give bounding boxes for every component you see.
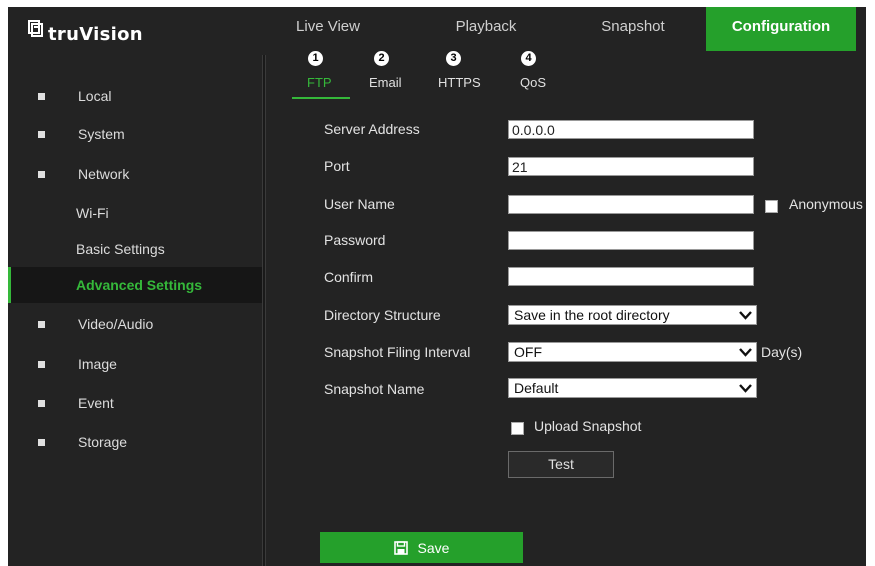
password-label: Password [324, 232, 386, 248]
sidebar-item-basic-settings[interactable]: Basic Settings [8, 231, 263, 267]
snapshot-interval-select[interactable]: OFF [508, 342, 757, 362]
sidebar-item-image[interactable]: Image [8, 346, 263, 382]
sidebar-item-system[interactable]: System [8, 116, 263, 152]
active-indicator [8, 267, 11, 303]
chevron-down-icon [739, 348, 752, 357]
bullet-icon [38, 321, 45, 328]
chevron-down-icon [739, 311, 752, 320]
tab-ftp[interactable]: FTP [307, 75, 332, 90]
user-name-label: User Name [324, 196, 395, 212]
bullet-icon [38, 171, 45, 178]
snapshot-name-label: Snapshot Name [324, 381, 425, 397]
sidebar-item-label: System [78, 126, 125, 142]
sidebar-item-label: Wi-Fi [76, 205, 109, 221]
sidebar-item-advanced-settings[interactable]: Advanced Settings [8, 267, 263, 303]
bullet-icon [38, 400, 45, 407]
brand-name: truVision [48, 23, 143, 45]
port-label: Port [324, 158, 350, 174]
test-button[interactable]: Test [508, 451, 614, 478]
server-address-input[interactable] [508, 120, 754, 139]
snapshot-interval-unit: Day(s) [761, 344, 803, 360]
confirm-label: Confirm [324, 269, 374, 285]
save-button-label: Save [417, 539, 450, 556]
tab-snapshot[interactable]: Snapshot [583, 7, 683, 52]
step-badge-3: 3 [446, 51, 461, 66]
chevron-down-icon [739, 384, 752, 393]
upload-snapshot-label: Upload Snapshot [534, 418, 642, 434]
tab-https[interactable]: HTTPS [438, 75, 481, 90]
sidebar-item-label: Local [78, 88, 112, 104]
sidebar-item-label: Basic Settings [76, 241, 165, 257]
directory-structure-select[interactable]: Save in the root directory [508, 305, 757, 325]
confirm-password-input[interactable] [508, 267, 754, 286]
sidebar-item-label: Event [78, 395, 114, 411]
save-button[interactable]: Save [320, 532, 523, 563]
sidebar-item-label: Storage [78, 434, 128, 450]
password-input[interactable] [508, 231, 754, 250]
active-tab-underline [292, 97, 350, 99]
sidebar-item-label: Advanced Settings [76, 277, 203, 293]
bullet-icon [38, 93, 45, 100]
sidebar-divider [262, 55, 266, 566]
server-address-label: Server Address [324, 121, 420, 137]
sidebar-item-wifi[interactable]: Wi-Fi [8, 195, 263, 231]
port-input[interactable] [508, 157, 754, 176]
user-name-input[interactable] [508, 195, 754, 214]
app-window: truVision Live View Playback Snapshot Co… [8, 7, 866, 566]
tab-email[interactable]: Email [369, 75, 402, 90]
save-icon [393, 540, 408, 555]
directory-structure-label: Directory Structure [324, 307, 441, 323]
anonymous-label: Anonymous [789, 196, 863, 212]
step-badge-1: 1 [308, 51, 323, 66]
sidebar-item-storage[interactable]: Storage [8, 424, 263, 460]
snapshot-name-select[interactable]: Default [508, 378, 757, 398]
logo-icon [28, 20, 43, 37]
sidebar-item-label: Network [78, 166, 130, 182]
directory-structure-value: Save in the root directory [514, 307, 670, 323]
snapshot-interval-label: Snapshot Filing Interval [324, 344, 471, 360]
brand-logo: truVision [28, 19, 143, 49]
sidebar-item-label: Image [78, 356, 117, 372]
tab-playback[interactable]: Playback [436, 7, 536, 52]
bullet-icon [38, 361, 45, 368]
sidebar-item-event[interactable]: Event [8, 385, 263, 421]
sidebar-item-label: Video/Audio [78, 316, 154, 332]
step-badge-4: 4 [521, 51, 536, 66]
tab-configuration[interactable]: Configuration [706, 7, 856, 51]
tab-qos[interactable]: QoS [520, 75, 546, 90]
snapshot-interval-value: OFF [514, 344, 542, 360]
tab-live-view[interactable]: Live View [278, 7, 378, 52]
sidebar-item-network[interactable]: Network [8, 156, 263, 192]
sidebar-item-video-audio[interactable]: Video/Audio [8, 306, 263, 342]
bullet-icon [38, 131, 45, 138]
upload-snapshot-checkbox[interactable] [511, 422, 524, 435]
sidebar-item-local[interactable]: Local [8, 78, 263, 114]
anonymous-checkbox[interactable] [765, 200, 778, 213]
bullet-icon [38, 439, 45, 446]
step-badge-2: 2 [374, 51, 389, 66]
snapshot-name-value: Default [514, 380, 559, 396]
